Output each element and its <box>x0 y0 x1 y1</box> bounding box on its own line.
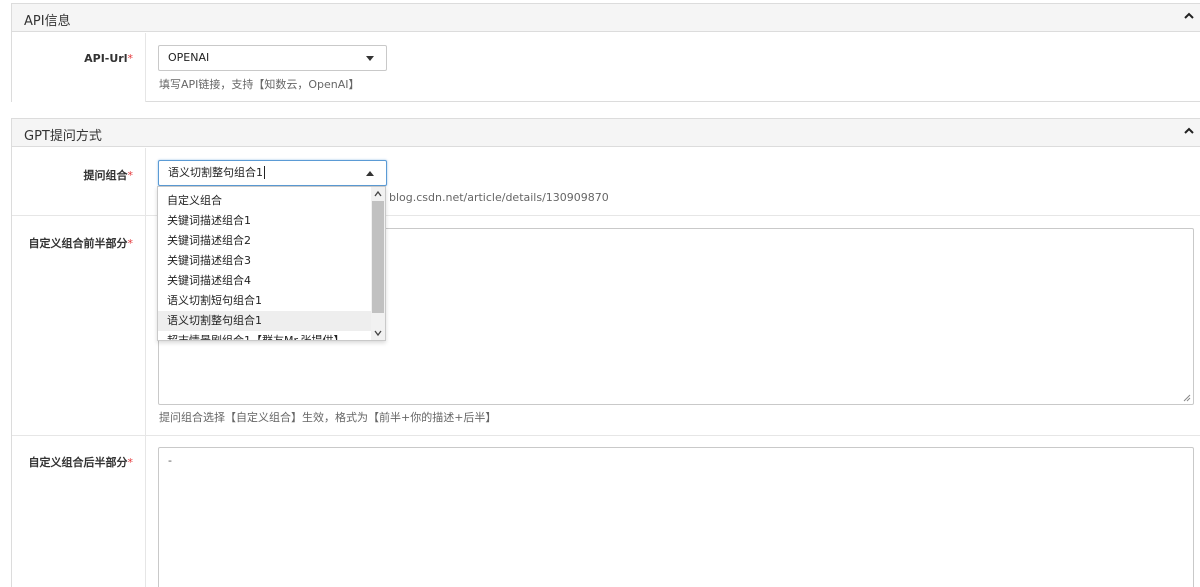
panel-header: API信息 <box>12 4 1200 32</box>
back-part-label-text: 自定义组合后半部分 <box>28 456 128 469</box>
text-cursor <box>264 166 265 179</box>
panel-title: GPT提问方式 <box>24 129 102 144</box>
combo-label: 提问组合* <box>84 167 134 183</box>
panel-title: API信息 <box>24 14 71 29</box>
api-url-selected-value: OPENAI <box>168 51 210 64</box>
required-mark: * <box>127 456 134 469</box>
chevron-up-icon[interactable] <box>1183 125 1195 137</box>
api-url-help: 填写API链接，支持【知数云，OpenAI】 <box>159 78 360 91</box>
chevron-up-icon[interactable] <box>1183 10 1195 22</box>
combo-label-text: 提问组合 <box>83 169 128 182</box>
combo-help: blog.csdn.net/article/details/130909870 <box>389 191 609 204</box>
scrollbar-thumb[interactable] <box>372 201 384 313</box>
dropdown-scrollbar[interactable] <box>371 187 385 340</box>
api-info-panel: API信息 API-Url* OPENAI 填写API链接，支持【知数云，Ope… <box>11 3 1200 102</box>
dropdown-option[interactable]: 关键词描述组合3 <box>158 251 372 271</box>
api-url-label-text: API-Url <box>84 52 128 65</box>
caret-down-icon <box>366 56 374 61</box>
caret-up-icon <box>366 171 374 176</box>
label-column: 提问组合* 自定义组合前半部分* 自定义组合后半部分* <box>12 148 146 587</box>
api-url-select[interactable]: OPENAI <box>158 45 387 71</box>
api-url-label: API-Url* <box>84 52 133 65</box>
required-mark: * <box>127 237 134 250</box>
dropdown-option[interactable]: 超志情景剧组合1【群友Mr.张提供】 <box>158 331 372 340</box>
front-part-label-text: 自定义组合前半部分 <box>28 237 128 250</box>
panel-header: GPT提问方式 <box>12 119 1200 147</box>
dropdown-option[interactable]: 自定义组合 <box>158 191 372 211</box>
back-part-label: 自定义组合后半部分* <box>29 454 134 470</box>
dropdown-option[interactable]: 关键词描述组合4 <box>158 271 372 291</box>
back-part-value: - <box>168 454 172 467</box>
row-divider <box>12 435 1200 436</box>
required-mark: * <box>127 169 134 182</box>
chevron-up-icon[interactable] <box>371 187 385 201</box>
combo-dropdown-list[interactable]: 自定义组合 关键词描述组合1 关键词描述组合2 关键词描述组合3 关键词描述组合… <box>157 186 386 341</box>
front-part-label: 自定义组合前半部分* <box>29 235 134 251</box>
dropdown-option[interactable]: 语义切割短句组合1 <box>158 291 372 311</box>
dropdown-option[interactable]: 关键词描述组合1 <box>158 211 372 231</box>
dropdown-options: 自定义组合 关键词描述组合1 关键词描述组合2 关键词描述组合3 关键词描述组合… <box>158 191 372 340</box>
front-part-help: 提问组合选择【自定义组合】生效，格式为【前半+你的描述+后半】 <box>159 411 497 424</box>
back-part-textarea[interactable]: - <box>158 447 1194 587</box>
combo-select[interactable]: 语义切割整句组合1 <box>158 160 387 186</box>
label-column: API-Url* <box>12 33 146 102</box>
dropdown-option-selected[interactable]: 语义切割整句组合1 <box>158 311 372 331</box>
resize-grip-icon[interactable] <box>1181 392 1191 402</box>
required-mark: * <box>127 52 134 65</box>
chevron-down-icon[interactable] <box>371 326 385 340</box>
dropdown-option[interactable]: 关键词描述组合2 <box>158 231 372 251</box>
combo-selected-value: 语义切割整句组合1 <box>168 166 263 179</box>
